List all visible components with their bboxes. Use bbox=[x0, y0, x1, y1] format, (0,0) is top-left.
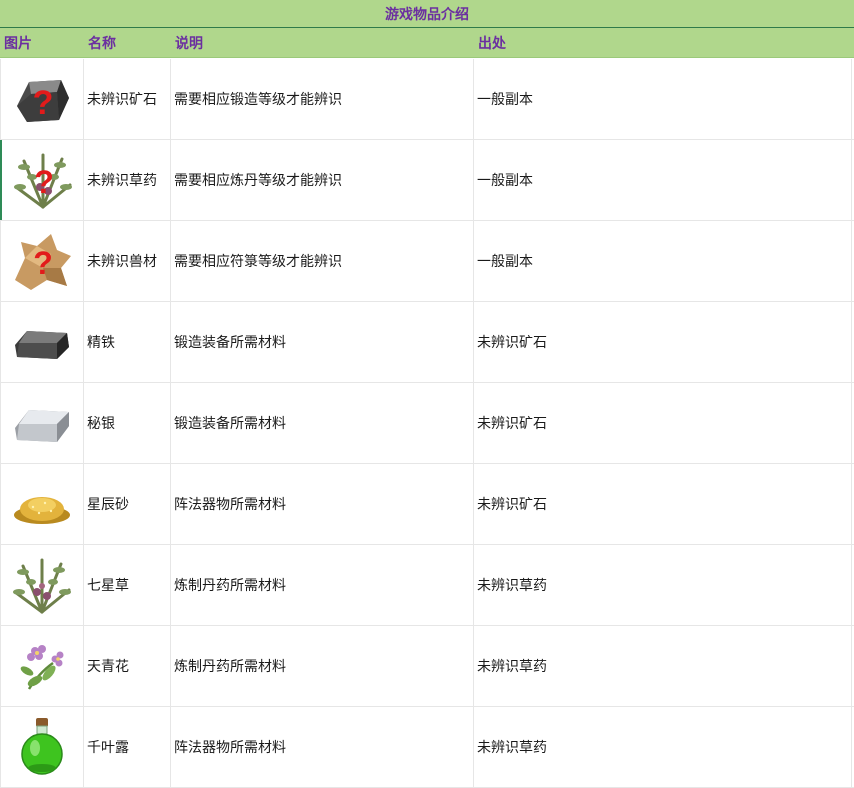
item-desc: 需要相应炼丹等级才能辨识 bbox=[171, 140, 474, 220]
item-name: 天青花 bbox=[84, 626, 171, 706]
item-source: 未辨识草药 bbox=[474, 545, 852, 625]
item-image-cell: ? bbox=[0, 140, 84, 220]
item-image-cell: ? bbox=[0, 221, 84, 301]
table-row[interactable]: 千叶露 阵法器物所需材料 未辨识草药 bbox=[0, 707, 854, 788]
item-source: 未辨识草药 bbox=[474, 707, 852, 787]
table-title: 游戏物品介绍 bbox=[0, 0, 854, 28]
item-source: 未辨识矿石 bbox=[474, 383, 852, 463]
item-source: 一般副本 bbox=[474, 140, 852, 220]
item-image-cell bbox=[0, 464, 84, 544]
item-desc: 炼制丹药所需材料 bbox=[171, 626, 474, 706]
table-row[interactable]: ? 未辨识草药 需要相应炼丹等级才能辨识 一般副本 bbox=[0, 140, 854, 221]
unknown-ore-icon: ? bbox=[17, 80, 69, 122]
table-header: 图片 名称 说明 出处 bbox=[0, 28, 854, 58]
item-table: 游戏物品介绍 图片 名称 说明 出处 ? 未辨识矿石 需要相应锻造等级才能辨识 … bbox=[0, 0, 854, 788]
svg-text:?: ? bbox=[34, 164, 54, 200]
item-name: 星辰砂 bbox=[84, 464, 171, 544]
header-image: 图片 bbox=[4, 35, 32, 52]
table-row[interactable]: 天青花 炼制丹药所需材料 未辨识草药 bbox=[0, 626, 854, 707]
svg-text:?: ? bbox=[33, 84, 54, 122]
star-sand-icon bbox=[14, 497, 70, 524]
item-name: 千叶露 bbox=[84, 707, 171, 787]
item-source: 未辨识矿石 bbox=[474, 464, 852, 544]
item-desc: 锻造装备所需材料 bbox=[171, 302, 474, 382]
herb-bundle-icon bbox=[13, 558, 71, 614]
item-source: 未辨识草药 bbox=[474, 626, 852, 706]
header-name: 名称 bbox=[88, 35, 116, 52]
item-image-cell bbox=[0, 626, 84, 706]
item-image-cell bbox=[0, 545, 84, 625]
header-desc: 说明 bbox=[175, 35, 203, 52]
item-image-cell bbox=[0, 383, 84, 463]
item-source: 一般副本 bbox=[474, 59, 852, 139]
silver-ingot-icon bbox=[15, 410, 69, 442]
item-source: 未辨识矿石 bbox=[474, 302, 852, 382]
purple-flower-icon bbox=[20, 645, 64, 690]
table-row[interactable]: 秘银 锻造装备所需材料 未辨识矿石 bbox=[0, 383, 854, 464]
item-image-cell bbox=[0, 707, 84, 787]
unknown-beast-material-icon: ? bbox=[15, 234, 71, 290]
item-name: 未辨识兽材 bbox=[84, 221, 171, 301]
item-desc: 炼制丹药所需材料 bbox=[171, 545, 474, 625]
table-row[interactable]: ? 未辨识矿石 需要相应锻造等级才能辨识 一般副本 bbox=[0, 59, 854, 140]
header-source: 出处 bbox=[478, 35, 506, 52]
green-potion-icon bbox=[21, 718, 63, 775]
item-desc: 阵法器物所需材料 bbox=[171, 707, 474, 787]
table-row[interactable]: 星辰砂 阵法器物所需材料 未辨识矿石 bbox=[0, 464, 854, 545]
item-name: 未辨识矿石 bbox=[84, 59, 171, 139]
item-desc: 需要相应符箓等级才能辨识 bbox=[171, 221, 474, 301]
item-desc: 锻造装备所需材料 bbox=[171, 383, 474, 463]
unknown-herb-icon: ? bbox=[13, 153, 72, 209]
item-name: 秘银 bbox=[84, 383, 171, 463]
item-source: 一般副本 bbox=[474, 221, 852, 301]
item-desc: 需要相应锻造等级才能辨识 bbox=[171, 59, 474, 139]
item-image-cell bbox=[0, 302, 84, 382]
item-name: 精铁 bbox=[84, 302, 171, 382]
iron-ingot-icon bbox=[15, 331, 69, 359]
table-row[interactable]: ? 未辨识兽材 需要相应符箓等级才能辨识 一般副本 bbox=[0, 221, 854, 302]
table-row[interactable]: 精铁 锻造装备所需材料 未辨识矿石 bbox=[0, 302, 854, 383]
item-name: 七星草 bbox=[84, 545, 171, 625]
table-title-text: 游戏物品介绍 bbox=[385, 6, 469, 23]
table-row[interactable]: 七星草 炼制丹药所需材料 未辨识草药 bbox=[0, 545, 854, 626]
item-name: 未辨识草药 bbox=[84, 140, 171, 220]
item-image-cell: ? bbox=[0, 59, 84, 139]
item-desc: 阵法器物所需材料 bbox=[171, 464, 474, 544]
svg-text:?: ? bbox=[33, 245, 53, 281]
